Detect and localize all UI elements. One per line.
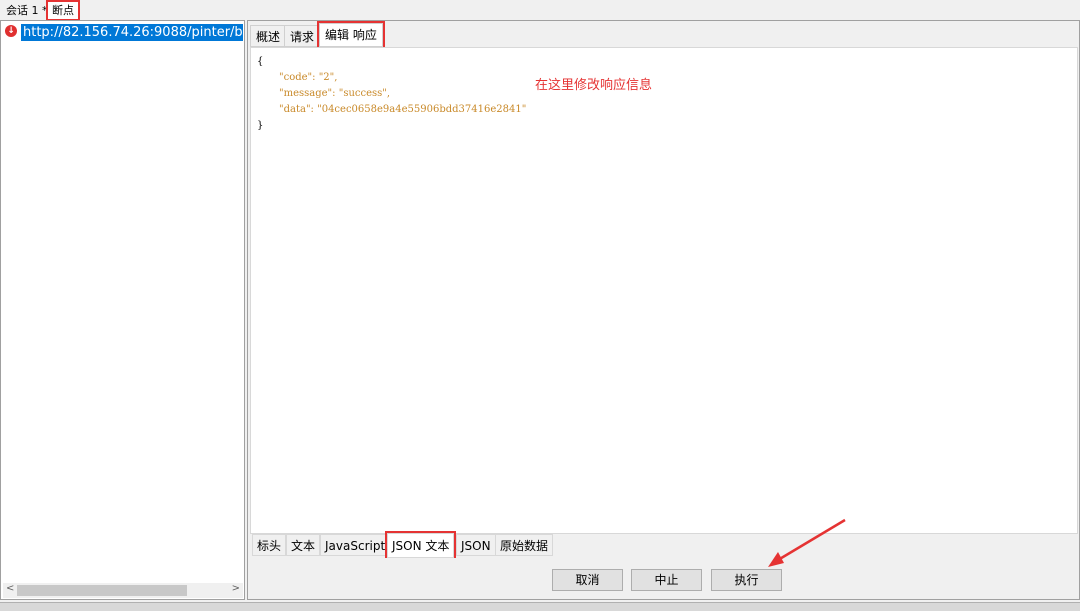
red-arrow-icon	[768, 518, 846, 567]
status-bar	[0, 602, 1080, 611]
